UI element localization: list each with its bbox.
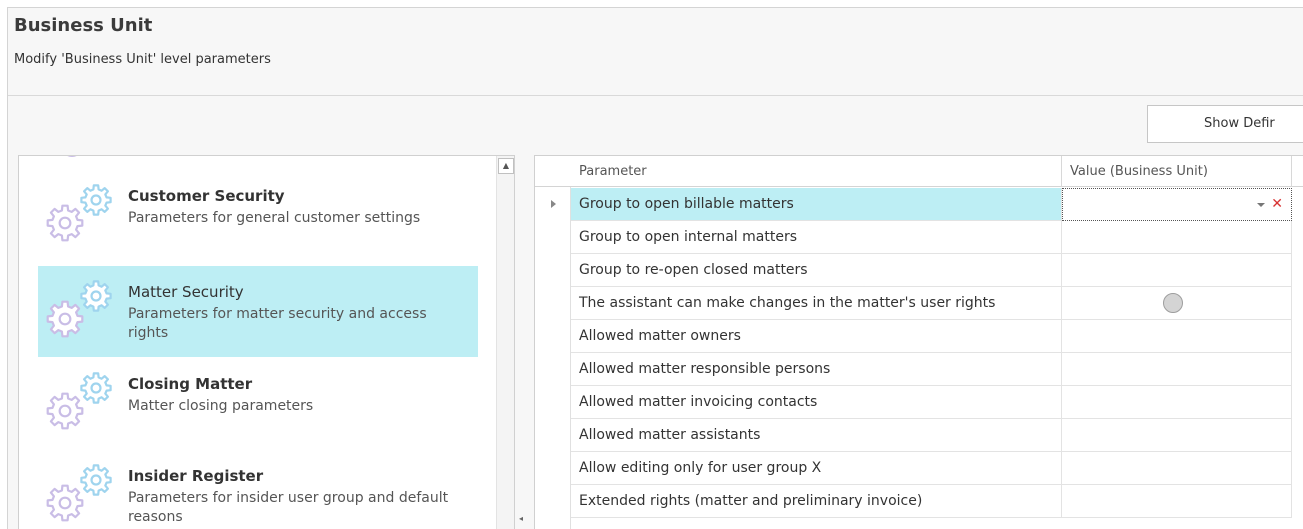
value-cell[interactable]: [1062, 320, 1292, 353]
category-list[interactable]: Customer Security Parameters for general…: [18, 155, 515, 529]
parameter-cell[interactable]: Group to re-open closed matters: [571, 254, 1062, 287]
table-row[interactable]: Allowed matter owners: [535, 320, 1303, 353]
category-item[interactable]: Closing Matter Matter closing parameters: [38, 358, 478, 449]
table-row[interactable]: Extended rights (matter and preliminary …: [535, 485, 1303, 518]
gear-icon: [46, 204, 84, 242]
table-row[interactable]: Group to open internal matters: [535, 221, 1303, 254]
value-cell[interactable]: [1062, 221, 1292, 254]
value-cell[interactable]: [1062, 386, 1292, 419]
value-cell[interactable]: [1062, 353, 1292, 386]
caret-right-icon: [551, 200, 556, 208]
parameter-cell[interactable]: Allow editing only for user group X: [571, 452, 1062, 485]
category-description: Parameters for general customer settings: [128, 210, 421, 226]
parameter-cell[interactable]: Allowed matter responsible persons: [571, 353, 1062, 386]
page-header: Business Unit Modify 'Business Unit' lev…: [8, 8, 1303, 96]
parameter-cell[interactable]: The assistant can make changes in the ma…: [571, 287, 1062, 320]
value-cell[interactable]: [1062, 485, 1292, 518]
show-definitions-button[interactable]: Show Defir: [1147, 105, 1303, 143]
page-subtitle: Modify 'Business Unit' level parameters: [14, 52, 271, 67]
table-row[interactable]: Allowed matter assistants: [535, 419, 1303, 452]
table-row[interactable]: Allowed matter invoicing contacts: [535, 386, 1303, 419]
category-title: Matter Security: [128, 283, 244, 301]
category-title: Closing Matter: [128, 375, 253, 393]
parameter-cell[interactable]: Group to open billable matters: [571, 188, 1062, 221]
parameter-cell[interactable]: Group to open internal matters: [571, 221, 1062, 254]
column-header-value[interactable]: Value (Business Unit): [1062, 156, 1292, 187]
arrow-left-icon[interactable]: ◂: [519, 514, 529, 529]
table-row[interactable]: Group to open billable matters ✕: [535, 188, 1303, 221]
table-row[interactable]: Allow editing only for user group X: [535, 452, 1303, 485]
gear-icon: [80, 280, 112, 312]
column-header-parameter[interactable]: Parameter: [571, 156, 1062, 187]
chevron-down-icon[interactable]: [1257, 203, 1265, 207]
parameter-cell[interactable]: Extended rights (matter and preliminary …: [571, 485, 1062, 518]
value-cell[interactable]: ✕: [1062, 188, 1292, 221]
category-item[interactable]: Customer Security Parameters for general…: [38, 170, 478, 261]
category-item[interactable]: Matter Security Parameters for matter se…: [38, 266, 478, 357]
gear-icon: [80, 184, 112, 216]
gear-icon: [67, 156, 77, 157]
page-title: Business Unit: [14, 15, 153, 36]
category-description: Matter closing parameters: [128, 398, 314, 414]
gear-icon: [46, 484, 84, 522]
value-cell[interactable]: [1062, 419, 1292, 452]
gear-icon: [46, 392, 84, 430]
category-title: Insider Register: [128, 467, 264, 485]
gear-icon: [46, 300, 84, 338]
parameter-cell[interactable]: Allowed matter owners: [571, 320, 1062, 353]
gear-icon: [80, 372, 112, 404]
category-title: Customer Security: [128, 187, 285, 205]
value-cell[interactable]: [1062, 287, 1292, 320]
table-row[interactable]: Allowed matter responsible persons: [535, 353, 1303, 386]
value-cell[interactable]: [1062, 452, 1292, 485]
grid-header: Parameter Value (Business Unit): [535, 156, 1303, 187]
arrow-up-icon[interactable]: ▲: [498, 158, 514, 174]
gear-icon: [80, 464, 112, 496]
category-item[interactable]: Insider Register Parameters for insider …: [38, 450, 478, 529]
parameter-grid[interactable]: Parameter Value (Business Unit) Group to…: [534, 155, 1303, 529]
parameter-cell[interactable]: Allowed matter invoicing contacts: [571, 386, 1062, 419]
category-description: Parameters for insider user group and de…: [128, 490, 449, 525]
table-row[interactable]: Group to re-open closed matters: [535, 254, 1303, 287]
radio-toggle[interactable]: [1163, 293, 1183, 313]
category-description: Parameters for matter security and acces…: [128, 306, 427, 341]
table-row[interactable]: The assistant can make changes in the ma…: [535, 287, 1303, 320]
parameter-cell[interactable]: Allowed matter assistants: [571, 419, 1062, 452]
value-cell[interactable]: [1062, 254, 1292, 287]
close-icon[interactable]: ✕: [1271, 196, 1283, 212]
category-scrollbar[interactable]: ▲: [496, 156, 514, 529]
